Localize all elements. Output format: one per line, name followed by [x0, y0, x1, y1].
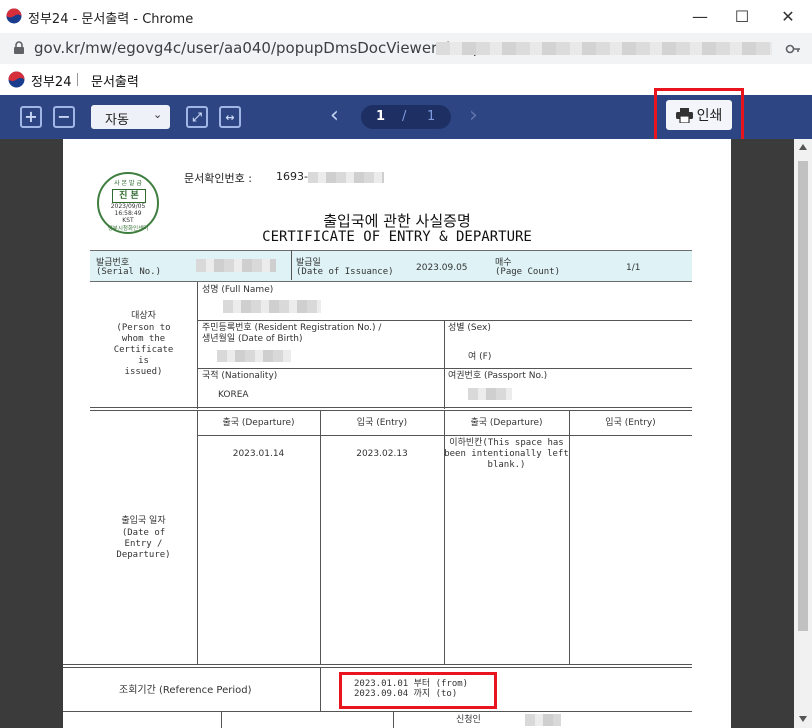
nationality-value: KOREA: [218, 390, 249, 400]
blank-notice: 이하빈칸(This space has been intentionally l…: [444, 438, 569, 470]
divider: [197, 368, 692, 369]
sex-label: 성별 (Sex): [448, 323, 491, 333]
divider: [197, 435, 692, 436]
serial-redacted: [196, 259, 276, 272]
chevron-down-icon: ⌄: [153, 108, 163, 121]
highlight-period: [339, 672, 497, 709]
name-redacted: [223, 300, 321, 313]
divider: [90, 407, 692, 408]
divider: [320, 667, 321, 711]
scroll-down-icon[interactable]: [799, 716, 807, 722]
col-departure-1: 출국 (Departure): [222, 418, 295, 428]
close-window-button[interactable]: ✕: [766, 0, 810, 33]
seal-main-text: 진 본: [112, 189, 146, 203]
page-total: 1: [427, 109, 436, 124]
passport-redacted: [468, 388, 512, 400]
rrn-label: 주민등록번호 (Resident Registration No.) / 생년월…: [202, 323, 382, 344]
page-name: 문서출력: [91, 75, 139, 90]
seal-top-text: 사 본 발 급: [114, 180, 142, 187]
zoom-in-button[interactable]: +: [20, 106, 42, 128]
next-page-button[interactable]: ›: [469, 104, 478, 128]
document-page: 사 본 발 급 진 본 2023/09/05 16:58:49 KST 정부시청…: [63, 139, 731, 728]
gov24-logo-icon: [8, 71, 25, 88]
divider: [77, 73, 78, 86]
certificate-title-en: CERTIFICATE OF ENTRY & DEPARTURE: [262, 229, 532, 245]
col-departure-2: 출국 (Departure): [470, 418, 543, 428]
site-name: 정부24: [31, 75, 72, 90]
url-redacted: [436, 42, 772, 55]
period-label: 조회기간 (Reference Period): [119, 685, 252, 696]
issue-date: 2023.09.05: [416, 263, 468, 273]
serial-label-en: (Serial No.): [96, 267, 162, 277]
subject-label-en: (Person to whom the Certificate is issue…: [113, 323, 174, 377]
divider: [569, 410, 570, 664]
page-indicator: 1 / 1: [361, 105, 451, 129]
divider: [90, 410, 692, 411]
scroll-up-icon[interactable]: [799, 144, 807, 150]
zoom-select[interactable]: 자동 ⌄: [91, 105, 170, 129]
maximize-button[interactable]: ☐: [720, 0, 764, 33]
name-label: 성명 (Full Name): [202, 285, 274, 295]
zoom-value: 자동: [105, 113, 129, 128]
zoom-out-button[interactable]: −: [53, 106, 75, 128]
divider: [63, 664, 692, 665]
pages-label-en: (Page Count): [495, 267, 561, 277]
subject-label-ko: 대상자: [131, 311, 156, 321]
divider: [63, 711, 692, 712]
fit-page-button[interactable]: ⤢: [186, 106, 208, 128]
key-icon[interactable]: [784, 40, 802, 58]
divider: [444, 320, 445, 409]
seal-date: 2023/09/05: [110, 203, 146, 210]
issue-label-en: (Date of Issuance): [296, 267, 394, 277]
departure-date: 2023.01.14: [232, 449, 285, 459]
certificate-title-ko: 출입국에 관한 사실증명: [323, 212, 471, 230]
gov24-logo-icon: [6, 8, 22, 24]
divider: [221, 711, 222, 728]
minimize-button[interactable]: —: [678, 0, 722, 33]
scrollbar-thumb[interactable]: [798, 161, 808, 631]
window-titlebar: 정부24 - 문서출력 - Chrome — ☐ ✕: [0, 0, 812, 34]
page-current[interactable]: 1: [376, 109, 385, 124]
vertical-scrollbar[interactable]: [794, 139, 812, 728]
divider: [63, 667, 692, 668]
entry-date: 2023.02.13: [356, 449, 408, 459]
doc-number-redacted: [308, 172, 384, 183]
address-bar[interactable]: gov.kr/mw/egovg4c/user/aa040/popupDmsDoc…: [0, 33, 812, 65]
rrn-redacted: [217, 350, 291, 362]
document-viewer[interactable]: 사 본 발 급 진 본 2023/09/05 16:58:49 KST 정부시청…: [0, 139, 794, 728]
sex-value: 여 (F): [468, 352, 492, 362]
passport-label: 여권번호 (Passport No.): [448, 371, 548, 381]
doc-number-label: 문서확인번호 :: [184, 172, 252, 185]
entry-label-ko: 출입국 일자: [121, 516, 166, 526]
entry-label-en: (Date of Entry / Departure): [116, 528, 171, 560]
page-separator: /: [402, 109, 407, 124]
page-count: 1/1: [626, 263, 641, 273]
fit-width-button[interactable]: ↔: [219, 106, 241, 128]
prev-page-button[interactable]: ‹: [330, 104, 339, 128]
divider: [197, 282, 198, 409]
doc-number-value: 1693-: [276, 170, 308, 183]
divider: [291, 250, 292, 280]
window-title: 정부24 - 문서출력 - Chrome: [28, 12, 194, 27]
divider: [393, 711, 394, 728]
lock-icon: [14, 41, 24, 54]
col-entry-1: 입국 (Entry): [356, 418, 408, 428]
nationality-label: 국적 (Nationality): [202, 371, 278, 381]
url-text[interactable]: gov.kr/mw/egovg4c/user/aa040/popupDmsDoc…: [34, 39, 489, 57]
col-entry-2: 입국 (Entry): [605, 418, 656, 428]
applicant-redacted: [525, 714, 561, 726]
applicant-label: 신청인: [456, 715, 481, 725]
